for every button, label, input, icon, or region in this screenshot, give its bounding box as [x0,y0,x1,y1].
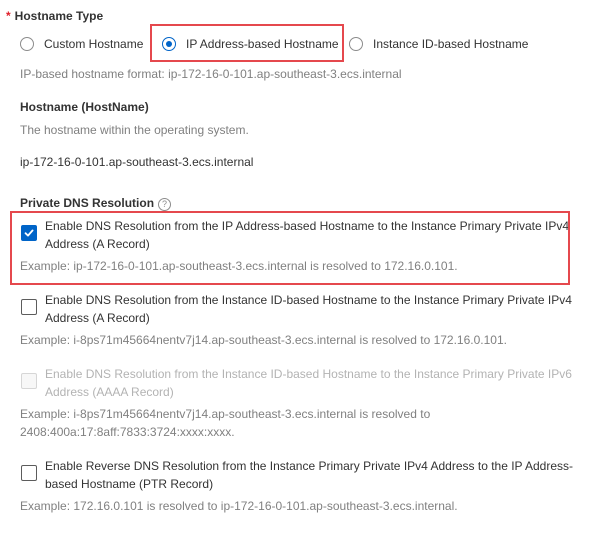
dns-option-instance-id-aaaa-record: Enable DNS Resolution from the Instance … [20,365,580,443]
dns-option-instance-id-a-record-checkbox[interactable] [21,299,37,315]
hostname-value: ip-172-16-0-101.ap-southeast-3.ecs.inter… [20,155,254,169]
private-dns-label: Private DNS Resolution? [20,195,172,211]
highlight-box-dns-option [10,211,570,285]
dns-option-instance-id-aaaa-record-example: Example: i-8ps71m45664nentv7j14.ap-south… [20,407,431,439]
dns-option-reverse-ptr-record-label: Enable Reverse DNS Resolution from the I… [45,459,574,491]
dns-option-instance-id-aaaa-record-checkbox [21,373,37,389]
radio-custom-hostname[interactable]: Custom Hostname [20,34,143,54]
dns-option-reverse-ptr-record-example: Example: 172.16.0.101 is resolved to ip-… [20,499,458,513]
dns-option-reverse-ptr-record-checkbox[interactable] [21,465,37,481]
dns-option-instance-id-a-record-label: Enable DNS Resolution from the Instance … [45,293,572,325]
required-mark: * [6,9,11,23]
dns-option-instance-id-a-record-example: Example: i-8ps71m45664nentv7j14.ap-south… [20,333,507,347]
question-circle-icon[interactable]: ? [158,198,172,211]
highlight-box-radio [150,24,344,62]
radio-custom-hostname-circle[interactable] [20,37,34,51]
dns-option-reverse-ptr-record: Enable Reverse DNS Resolution from the I… [20,457,580,517]
hostname-type-label: * Hostname Type [6,8,103,24]
radio-instance-id-hostname-circle[interactable] [349,37,363,51]
private-dns-label-text: Private DNS Resolution [20,196,155,210]
hostname-type-help: IP-based hostname format: ip-172-16-0-10… [20,67,402,81]
dns-option-instance-id-aaaa-record-label: Enable DNS Resolution from the Instance … [45,367,572,399]
radio-instance-id-hostname[interactable]: Instance ID-based Hostname [349,34,528,54]
dns-option-instance-id-a-record: Enable DNS Resolution from the Instance … [20,291,580,351]
radio-custom-hostname-label: Custom Hostname [44,37,144,51]
hostname-help: The hostname within the operating system… [20,123,249,137]
radio-instance-id-hostname-label: Instance ID-based Hostname [373,37,529,51]
hostname-type-label-text: Hostname Type [14,9,104,23]
hostname-label: Hostname (HostName) [20,100,149,114]
